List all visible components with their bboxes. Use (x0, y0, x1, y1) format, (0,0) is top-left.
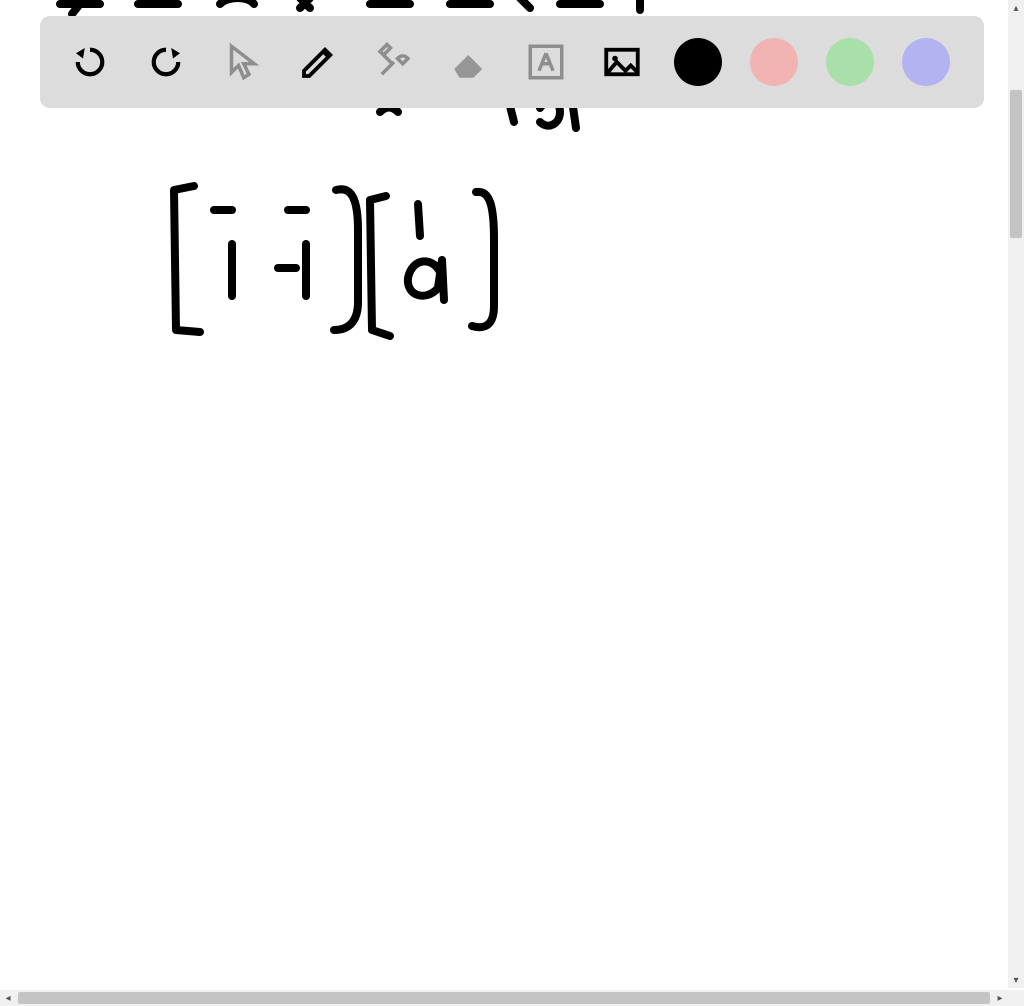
vertical-scrollbar[interactable]: ▴ ▾ (1008, 0, 1024, 988)
horizontal-scrollbar[interactable]: ◂ ▸ (0, 990, 1008, 1006)
settings-tool-button[interactable] (370, 38, 418, 86)
eraser-icon (449, 41, 491, 83)
redo-icon (145, 41, 187, 83)
redo-button[interactable] (142, 38, 190, 86)
scrollbar-corner (1008, 990, 1024, 1006)
handwriting-strokes (0, 0, 1008, 988)
scroll-down-arrow[interactable]: ▾ (1008, 972, 1024, 988)
undo-icon (69, 41, 111, 83)
pen-tool-button[interactable] (294, 38, 342, 86)
image-icon (601, 41, 643, 83)
horizontal-scroll-thumb[interactable] (18, 992, 990, 1004)
scroll-right-arrow[interactable]: ▸ (992, 990, 1008, 1006)
pen-icon (297, 41, 339, 83)
scroll-left-arrow[interactable]: ◂ (0, 990, 16, 1006)
toolbar (40, 16, 984, 108)
pointer-icon (221, 41, 263, 83)
undo-button[interactable] (66, 38, 114, 86)
color-pink[interactable] (750, 38, 798, 86)
tools-icon (373, 41, 415, 83)
color-green[interactable] (826, 38, 874, 86)
image-tool-button[interactable] (598, 38, 646, 86)
vertical-scroll-thumb[interactable] (1010, 90, 1022, 238)
text-tool-button[interactable] (522, 38, 570, 86)
pointer-tool-button[interactable] (218, 38, 266, 86)
color-purple[interactable] (902, 38, 950, 86)
color-black[interactable] (674, 38, 722, 86)
drawing-canvas[interactable] (0, 0, 1008, 988)
eraser-tool-button[interactable] (446, 38, 494, 86)
scroll-up-arrow[interactable]: ▴ (1008, 0, 1024, 16)
text-icon (525, 41, 567, 83)
